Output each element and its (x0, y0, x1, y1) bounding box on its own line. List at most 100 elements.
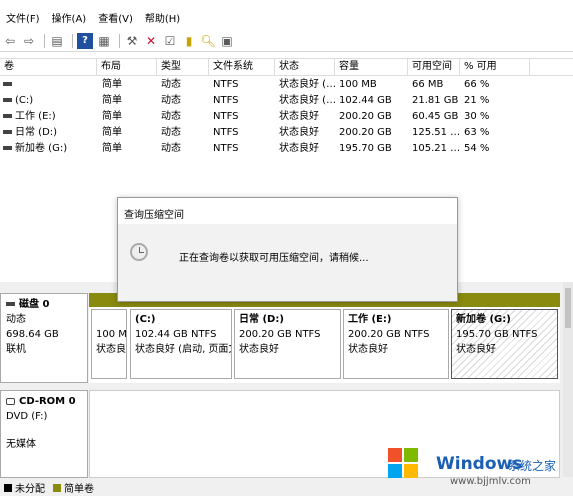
table-row[interactable]: 日常 (D:) 简单 动态 NTFS 状态良好 200.20 GB 125.51… (0, 125, 573, 141)
drive-icon (3, 130, 12, 134)
volume-name: 新加卷 (G:) (15, 143, 68, 154)
partition-size: 200.20 GB NTFS (239, 329, 321, 340)
disk-size: 698.64 GB (6, 329, 59, 340)
toolbar-separator (44, 33, 45, 48)
help-icon[interactable]: ? (77, 32, 93, 49)
watermark: Windows 系统之家 www.bjjmlv.com (380, 442, 573, 496)
menu-bar: 文件(F) 操作(A) 查看(V) 帮助(H) (0, 8, 573, 26)
query-shrink-dialog: 查询压缩空间 正在查询卷以获取可用压缩空间，请稍候... (117, 197, 458, 302)
delete-icon[interactable]: ✕ (143, 33, 159, 49)
capacity-cell: 200.20 GB (339, 111, 392, 122)
drive-icon (3, 114, 12, 118)
legend-simple-volume: 简单卷 (64, 484, 94, 495)
panel-icon[interactable]: ▤ (49, 33, 65, 49)
partition-d[interactable]: 日常 (D:) 200.20 GB NTFS 状态良好 (234, 309, 341, 379)
layout-cell: 简单 (102, 95, 122, 106)
free-cell: 66 MB (412, 79, 444, 90)
column-header-volume[interactable]: 卷 (0, 59, 97, 75)
volume-name: 日常 (D:) (15, 127, 58, 138)
partition-status: 状态良好 (456, 344, 496, 355)
percent-cell: 21 % (464, 95, 490, 106)
partition-status: 状态良好 (96, 344, 126, 355)
table-row[interactable]: 简单 动态 NTFS 状态良好 (… 100 MB 66 MB 66 % (0, 77, 573, 93)
cdrom-0-label[interactable]: CD-ROM 0 DVD (F:) 无媒体 (0, 390, 88, 478)
disk-icon (6, 302, 15, 306)
column-header-filesystem[interactable]: 文件系统 (209, 59, 275, 75)
partition-system-reserved[interactable]: 100 M 状态良好 (91, 309, 127, 379)
partition-name: 日常 (D:) (239, 314, 284, 325)
partition-g[interactable]: 新加卷 (G:) 195.70 GB NTFS 状态良好 (451, 309, 558, 379)
table-row[interactable]: 工作 (E:) 简单 动态 NTFS 状态良好 200.20 GB 60.45 … (0, 109, 573, 125)
table-row[interactable]: (C:) 简单 动态 NTFS 状态良好 (… 102.44 GB 21.81 … (0, 93, 573, 109)
disk-0-label[interactable]: 磁盘 0 动态 698.64 GB 联机 (0, 293, 88, 383)
column-header-status[interactable]: 状态 (275, 59, 335, 75)
legend-unallocated: 未分配 (15, 484, 45, 495)
free-cell: 21.81 GB (412, 95, 459, 106)
export-icon[interactable]: ▮ (181, 33, 197, 49)
free-cell: 125.51 … (412, 127, 461, 138)
menu-file[interactable]: 文件(F) (0, 10, 46, 25)
connect-icon[interactable]: ⚒ (124, 33, 140, 49)
disk-name: 磁盘 0 (19, 299, 50, 310)
layout-cell: 简单 (102, 79, 122, 90)
simple-volume-swatch (53, 483, 61, 492)
menu-help[interactable]: 帮助(H) (139, 10, 186, 25)
partition-c[interactable]: (C:) 102.44 GB NTFS 状态良好 (启动, 页面文 (130, 309, 232, 379)
type-cell: 动态 (161, 127, 181, 138)
volume-name: 工作 (E:) (15, 111, 56, 122)
capacity-cell: 100 MB (339, 79, 377, 90)
type-cell: 动态 (161, 143, 181, 154)
toolbar: ⇦ ⇨ ▤ ? ▦ ⚒ ✕ ☑ ▮ 🔍︎ ▣ (0, 30, 573, 52)
volume-name: (C:) (15, 95, 34, 106)
partition-name (96, 312, 122, 327)
scrollbar-thumb[interactable] (565, 288, 571, 328)
table-row[interactable]: 新加卷 (G:) 简单 动态 NTFS 状态良好 195.70 GB 105.2… (0, 141, 573, 157)
percent-cell: 66 % (464, 79, 490, 90)
column-header-free[interactable]: 可用空间 (408, 59, 460, 75)
partition-size: 102.44 GB NTFS (135, 329, 217, 340)
drive-icon (3, 146, 12, 150)
free-cell: 60.45 GB (412, 111, 459, 122)
partition-e[interactable]: 工作 (E:) 200.20 GB NTFS 状态良好 (343, 309, 449, 379)
fs-cell: NTFS (213, 111, 239, 122)
column-header-type[interactable]: 类型 (157, 59, 209, 75)
menu-view[interactable]: 查看(V) (92, 10, 139, 25)
toolbar-separator (72, 33, 73, 48)
check-icon[interactable]: ☑ (162, 33, 178, 49)
properties-icon[interactable]: ▦ (96, 33, 112, 49)
clock-icon (130, 243, 148, 261)
partition-name: 工作 (E:) (348, 314, 392, 325)
windows-logo-icon (386, 446, 420, 480)
fs-cell: NTFS (213, 79, 239, 90)
disk-type: 动态 (6, 314, 26, 325)
forward-arrow-icon[interactable]: ⇨ (21, 33, 37, 49)
dialog-message: 正在查询卷以获取可用压缩空间，请稍候... (179, 253, 369, 264)
column-header-percent-free[interactable]: % 可用 (460, 59, 530, 75)
status-cell: 状态良好 (… (279, 95, 337, 106)
percent-cell: 63 % (464, 127, 490, 138)
status-cell: 状态良好 (279, 127, 319, 138)
search-icon[interactable]: 🔍︎ (200, 33, 216, 49)
menu-action[interactable]: 操作(A) (46, 10, 93, 25)
percent-cell: 30 % (464, 111, 490, 122)
list-icon[interactable]: ▣ (219, 33, 235, 49)
disk-state: 联机 (6, 344, 26, 355)
column-header-capacity[interactable]: 容量 (335, 59, 408, 75)
toolbar-separator (119, 33, 120, 48)
percent-cell: 54 % (464, 143, 490, 154)
status-cell: 状态良好 (279, 143, 319, 154)
capacity-cell: 200.20 GB (339, 127, 392, 138)
column-header-layout[interactable]: 布局 (97, 59, 157, 75)
partition-status: 状态良好 (239, 344, 279, 355)
watermark-url: www.bjjmlv.com (450, 476, 531, 487)
partition-status: 状态良好 (348, 344, 388, 355)
layout-cell: 简单 (102, 127, 122, 138)
disk-0-partitions: 100 M 状态良好 (C:) 102.44 GB NTFS 状态良好 (启动,… (89, 293, 560, 383)
dialog-body: 正在查询卷以获取可用压缩空间，请稍候... (118, 224, 457, 301)
fs-cell: NTFS (213, 143, 239, 154)
layout-cell: 简单 (102, 111, 122, 122)
type-cell: 动态 (161, 95, 181, 106)
back-arrow-icon[interactable]: ⇦ (2, 33, 18, 49)
layout-cell: 简单 (102, 143, 122, 154)
cd-drive-icon (6, 397, 15, 405)
